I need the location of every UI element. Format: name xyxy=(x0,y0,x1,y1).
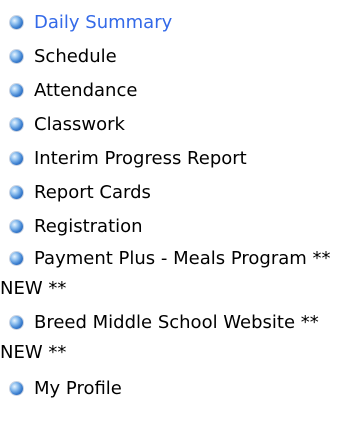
menu-item-classwork[interactable]: Classwork xyxy=(0,108,358,142)
menu-item-payment-plus-meals-program[interactable]: Payment Plus - Meals Program ** NEW ** xyxy=(0,244,358,304)
globe-bullet-icon xyxy=(10,152,23,165)
menu-item-interim-progress-report[interactable]: Interim Progress Report xyxy=(0,142,358,176)
globe-bullet-icon xyxy=(10,118,23,131)
menu-item-label: Interim Progress Report xyxy=(34,148,247,169)
menu-item-label: Payment Plus - Meals Program ** NEW ** xyxy=(0,248,331,299)
menu-item-label: Registration xyxy=(34,216,143,237)
globe-bullet-icon xyxy=(10,252,23,265)
menu-item-label: My Profile xyxy=(34,378,122,399)
globe-bullet-icon xyxy=(10,220,23,233)
globe-bullet-icon xyxy=(10,84,23,97)
menu-item-label: Daily Summary xyxy=(34,12,173,33)
menu-item-attendance[interactable]: Attendance xyxy=(0,74,358,108)
menu-item-label: Classwork xyxy=(34,114,125,135)
globe-bullet-icon xyxy=(10,50,23,63)
menu-item-breed-middle-school-website[interactable]: Breed Middle School Website ** NEW ** xyxy=(0,308,358,368)
menu-item-label: Report Cards xyxy=(34,182,151,203)
globe-bullet-icon xyxy=(10,382,23,395)
navigation-menu: Daily Summary Schedule Attendance Classw… xyxy=(0,6,358,406)
menu-item-registration[interactable]: Registration xyxy=(0,210,358,244)
menu-item-label: Breed Middle School Website ** NEW ** xyxy=(0,312,319,363)
menu-item-my-profile[interactable]: My Profile xyxy=(0,372,358,406)
globe-bullet-icon xyxy=(10,316,23,329)
globe-bullet-icon xyxy=(10,16,23,29)
menu-item-daily-summary[interactable]: Daily Summary xyxy=(0,6,358,40)
menu-item-schedule[interactable]: Schedule xyxy=(0,40,358,74)
globe-bullet-icon xyxy=(10,186,23,199)
menu-item-report-cards[interactable]: Report Cards xyxy=(0,176,358,210)
menu-item-label: Schedule xyxy=(34,46,117,67)
menu-item-label: Attendance xyxy=(34,80,138,101)
